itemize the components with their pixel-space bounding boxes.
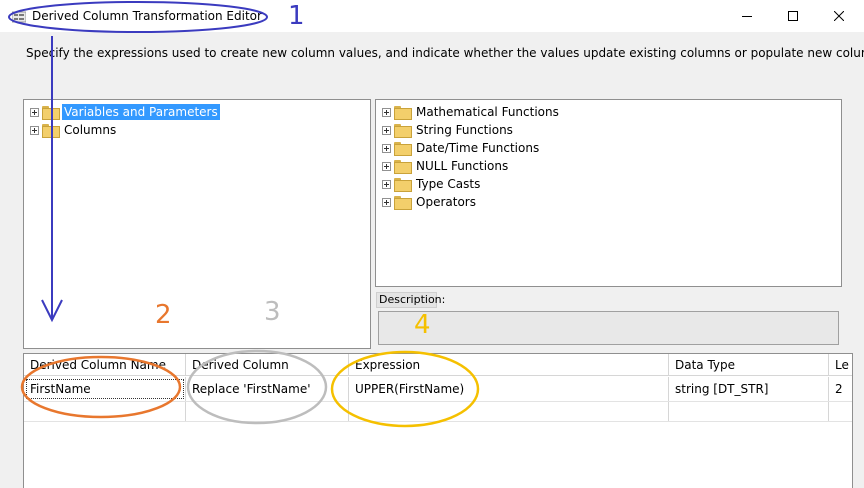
folder-icon bbox=[394, 178, 412, 192]
table-row-new[interactable] bbox=[24, 402, 852, 422]
variables-columns-tree[interactable]: Variables and Parameters Columns bbox=[23, 99, 371, 349]
folder-icon bbox=[42, 124, 60, 138]
tree-node-operators[interactable]: Operators bbox=[382, 193, 478, 211]
column-header-derived-column[interactable]: Derived Column bbox=[186, 354, 349, 375]
folder-icon bbox=[394, 196, 412, 210]
cell-data-type[interactable]: string [DT_STR] bbox=[669, 377, 829, 401]
tree-node-null-functions[interactable]: NULL Functions bbox=[382, 157, 510, 175]
folder-icon bbox=[394, 142, 412, 156]
tree-node-label: Type Casts bbox=[416, 177, 481, 191]
cell-length[interactable]: 2 bbox=[829, 377, 852, 401]
description-box bbox=[378, 311, 839, 345]
tree-node-date-time-functions[interactable]: Date/Time Functions bbox=[382, 139, 541, 157]
annotation-number-4: 4 bbox=[414, 310, 431, 340]
tree-node-label: Mathematical Functions bbox=[416, 105, 559, 119]
cell-derived-column-name[interactable] bbox=[24, 402, 186, 421]
folder-icon bbox=[394, 160, 412, 174]
cell-expression[interactable]: UPPER(FirstName) bbox=[349, 377, 669, 401]
tree-node-label: NULL Functions bbox=[416, 159, 509, 173]
grid-header: Derived Column Name Derived Column Expre… bbox=[24, 354, 852, 376]
functions-tree[interactable]: Mathematical Functions String Functions … bbox=[375, 99, 842, 287]
expand-icon[interactable] bbox=[30, 107, 39, 117]
title-bar: Derived Column Transformation Editor bbox=[0, 0, 864, 32]
close-button[interactable] bbox=[816, 0, 862, 32]
annotation-number-1: 1 bbox=[288, 1, 305, 31]
cell-derived-column[interactable]: Replace 'FirstName' bbox=[186, 377, 349, 401]
cell-derived-column[interactable] bbox=[186, 402, 349, 421]
expand-icon[interactable] bbox=[382, 161, 391, 171]
column-header-length[interactable]: Le bbox=[829, 354, 852, 375]
description-label: Description: bbox=[376, 292, 445, 308]
expand-icon[interactable] bbox=[382, 197, 391, 207]
folder-icon bbox=[42, 106, 60, 120]
tree-node-variables-and-parameters[interactable]: Variables and Parameters bbox=[30, 103, 220, 121]
close-icon bbox=[834, 11, 844, 21]
instruction-text: Specify the expressions used to create n… bbox=[26, 46, 864, 60]
folder-icon bbox=[394, 106, 412, 120]
tree-node-label: Columns bbox=[64, 123, 117, 137]
tree-node-columns[interactable]: Columns bbox=[30, 121, 118, 139]
cell-data-type[interactable] bbox=[669, 402, 829, 421]
tree-node-string-functions[interactable]: String Functions bbox=[382, 121, 515, 139]
tree-node-label: Variables and Parameters bbox=[62, 104, 220, 120]
expand-icon[interactable] bbox=[382, 125, 391, 135]
tree-node-label: Date/Time Functions bbox=[416, 141, 540, 155]
column-header-derived-column-name[interactable]: Derived Column Name bbox=[24, 354, 186, 375]
maximize-button[interactable] bbox=[770, 0, 816, 32]
annotation-number-2: 2 bbox=[155, 300, 172, 330]
expand-icon[interactable] bbox=[30, 125, 39, 135]
tree-node-type-casts[interactable]: Type Casts bbox=[382, 175, 482, 193]
cell-expression[interactable] bbox=[349, 402, 669, 421]
tree-node-mathematical-functions[interactable]: Mathematical Functions bbox=[382, 103, 561, 121]
folder-icon bbox=[394, 124, 412, 138]
maximize-icon bbox=[788, 11, 798, 21]
editor-app-icon bbox=[12, 11, 26, 23]
expand-icon[interactable] bbox=[382, 107, 391, 117]
cell-length[interactable] bbox=[829, 402, 852, 421]
table-row[interactable]: FirstName Replace 'FirstName' UPPER(Firs… bbox=[24, 377, 852, 402]
expand-icon[interactable] bbox=[382, 143, 391, 153]
tree-node-label: String Functions bbox=[416, 123, 513, 137]
cell-derived-column-name[interactable]: FirstName bbox=[24, 377, 186, 401]
annotation-number-3: 3 bbox=[264, 297, 281, 327]
window-title: Derived Column Transformation Editor bbox=[32, 9, 262, 23]
expand-icon[interactable] bbox=[382, 179, 391, 189]
minimize-icon bbox=[742, 16, 752, 17]
column-header-expression[interactable]: Expression bbox=[349, 354, 669, 375]
tree-node-label: Operators bbox=[416, 195, 476, 209]
column-header-data-type[interactable]: Data Type bbox=[669, 354, 829, 375]
derived-column-grid[interactable]: Derived Column Name Derived Column Expre… bbox=[23, 353, 853, 488]
minimize-button[interactable] bbox=[724, 0, 770, 32]
